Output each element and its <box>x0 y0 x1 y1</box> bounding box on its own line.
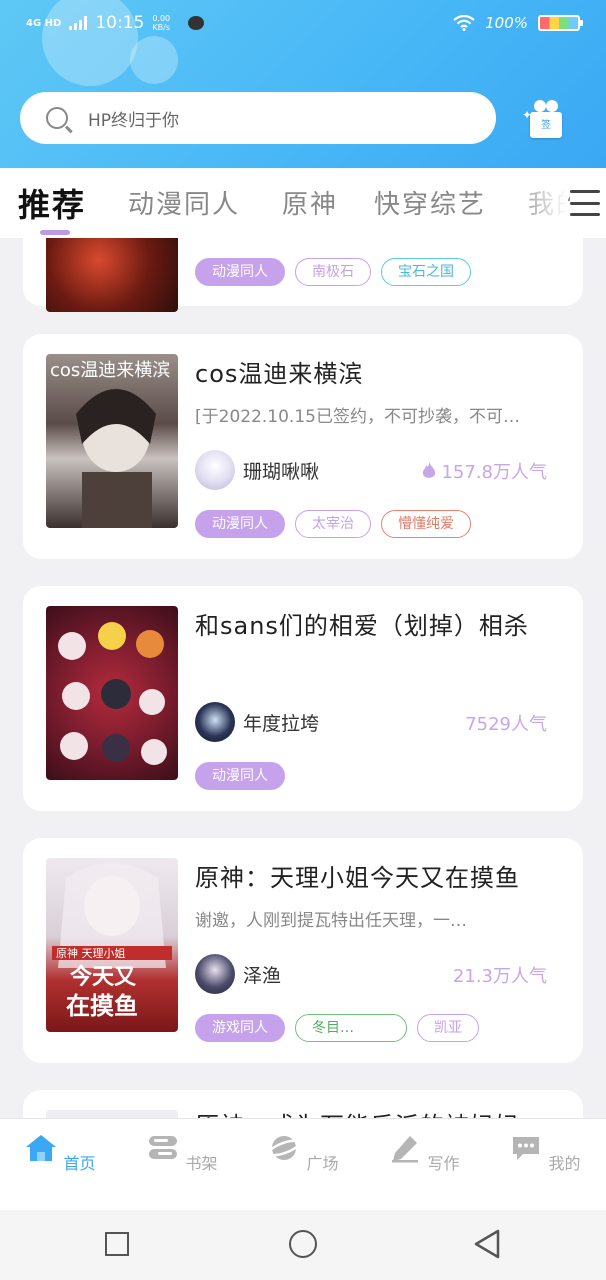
bottom-nav: 首页 书架 广场 写作 我的 <box>0 1118 606 1210</box>
book-card[interactable]: 和sans们的相爱（划掉）相杀 年度拉垮 7529人气 动漫同人 <box>23 586 583 811</box>
svg-text:cos温迪来横滨: cos温迪来横滨 <box>50 360 170 381</box>
tab-fade <box>508 168 568 238</box>
cover-art: 原神 天理小姐 今天又 在摸鱼 <box>52 863 172 1020</box>
tag[interactable]: 动漫同人 <box>195 510 285 538</box>
tag[interactable]: 冬目… <box>295 1014 407 1042</box>
sign-in-gift-button[interactable]: ✦ 签 <box>522 98 566 140</box>
book-cover <box>46 238 178 312</box>
bookshelf-icon <box>149 1136 178 1159</box>
tag[interactable]: 凯亚 <box>417 1014 479 1042</box>
search-icon <box>46 107 68 129</box>
clock: 10:15 <box>95 13 145 33</box>
planet-icon <box>268 1136 301 1160</box>
tag[interactable]: 南极石 <box>295 258 371 286</box>
recent-apps-button[interactable] <box>105 1232 129 1256</box>
author-row[interactable]: 珊瑚啾啾 <box>195 450 319 490</box>
book-card[interactable]: 原神 天理小姐 今天又 在摸鱼 原神：天理小姐今天又在摸鱼 谢邀，人刚到提瓦特出… <box>23 838 583 1063</box>
book-title: 原神：成为万能反派的被妈妈 <box>195 1106 571 1118</box>
tag[interactable]: 游戏同人 <box>195 1014 285 1042</box>
battery-percent: 100% <box>485 14 528 32</box>
book-description: 谢邀，人刚到提瓦特出任天理，一… <box>195 911 467 931</box>
tab-quick-transmigration[interactable]: 快穿综艺 <box>374 184 486 221</box>
nav-me[interactable]: 我的 <box>505 1133 585 1174</box>
book-card[interactable]: 动漫同人 南极石 宝石之国 <box>23 238 583 312</box>
avatar <box>195 702 235 742</box>
signal-icon <box>69 16 88 30</box>
battery-icon <box>538 15 583 31</box>
tag[interactable]: 宝石之国 <box>381 258 471 286</box>
nav-write[interactable]: 写作 <box>384 1133 464 1174</box>
svg-text:原神 天理小姐: 原神 天理小姐 <box>56 946 126 960</box>
flame-icon <box>423 462 436 478</box>
nav-home[interactable]: 首页 <box>20 1133 100 1174</box>
pencil-icon <box>392 1136 419 1163</box>
popularity: 157.8万人气 <box>421 458 547 484</box>
tab-anime-fanfic[interactable]: 动漫同人 <box>128 184 240 221</box>
back-button[interactable] <box>472 1228 502 1260</box>
home-button[interactable] <box>289 1230 317 1258</box>
header: 4G HD 10:15 0.00 KB/s 100% HP终归于你 ✦ 签 <box>0 0 606 168</box>
menu-icon[interactable] <box>570 190 600 216</box>
decor-bubble <box>130 36 178 84</box>
tag-list: 动漫同人 <box>195 762 285 790</box>
system-nav-bar <box>0 1210 606 1280</box>
cover-art <box>58 622 167 765</box>
book-title: 原神：天理小姐今天又在摸鱼 <box>195 864 520 892</box>
author-row[interactable]: 泽渔 <box>195 954 281 994</box>
cover-art: cos温迪来横滨 <box>50 360 170 528</box>
popularity: 21.3万人气 <box>452 966 547 987</box>
active-tab-indicator <box>40 230 70 235</box>
book-cover <box>46 1110 178 1118</box>
svg-text:今天又: 今天又 <box>70 964 137 990</box>
status-bar: 4G HD 10:15 0.00 KB/s 100% <box>26 8 583 38</box>
tab-genshin[interactable]: 原神 <box>282 184 338 221</box>
author-name: 年度拉垮 <box>243 712 320 735</box>
book-feed: 动漫同人 南极石 宝石之国 cos温迪来横滨 cos温迪来横滨 [于2022.1… <box>0 238 606 1118</box>
search-placeholder: HP终归于你 <box>88 111 180 131</box>
tab-recommend[interactable]: 推荐 <box>18 180 86 226</box>
avatar <box>195 450 235 490</box>
chat-icon <box>188 16 205 30</box>
chat-bubble-icon <box>513 1137 540 1160</box>
book-card[interactable]: 原神：成为万能反派的被妈妈 <box>23 1090 583 1118</box>
book-cover: cos温迪来横滨 <box>46 354 178 528</box>
svg-text:在摸鱼: 在摸鱼 <box>66 992 138 1020</box>
popularity: 7529人气 <box>465 714 547 735</box>
nav-plaza[interactable]: 广场 <box>263 1133 343 1174</box>
category-tabs: 推荐 动漫同人 原神 快穿综艺 我的 <box>0 168 606 238</box>
book-description: [于2022.10.15已签约，不可抄袭，不可… <box>195 407 520 427</box>
book-cover <box>46 606 178 780</box>
book-card[interactable]: cos温迪来横滨 cos温迪来横滨 [于2022.10.15已签约，不可抄袭，不… <box>23 334 583 559</box>
book-title: cos温迪来横滨 <box>195 360 364 388</box>
tag-list: 动漫同人 南极石 宝石之国 <box>195 258 471 286</box>
tag[interactable]: 懵懂纯爱 <box>381 510 471 538</box>
tag-list: 游戏同人 冬目… 凯亚 <box>195 1014 479 1042</box>
search-bar[interactable]: HP终归于你 <box>20 92 496 144</box>
wifi-icon <box>453 15 475 31</box>
author-name: 珊瑚啾啾 <box>243 460 320 483</box>
author-row[interactable]: 年度拉垮 <box>195 702 319 742</box>
tag[interactable]: 动漫同人 <box>195 762 285 790</box>
network-label: 4G HD <box>26 17 62 29</box>
tag[interactable]: 太宰治 <box>295 510 371 538</box>
gift-icon: 签 <box>530 112 562 138</box>
book-title: 和sans们的相爱（划掉）相杀 <box>195 612 529 640</box>
book-cover: 原神 天理小姐 今天又 在摸鱼 <box>46 858 178 1032</box>
author-name: 泽渔 <box>243 964 282 987</box>
nav-bookshelf[interactable]: 书架 <box>142 1133 222 1174</box>
avatar <box>195 954 235 994</box>
home-icon <box>26 1135 57 1161</box>
net-speed: 0.00 KB/s <box>152 14 171 32</box>
tag-list: 动漫同人 太宰治 懵懂纯爱 <box>195 510 471 538</box>
tag[interactable]: 动漫同人 <box>195 258 285 286</box>
